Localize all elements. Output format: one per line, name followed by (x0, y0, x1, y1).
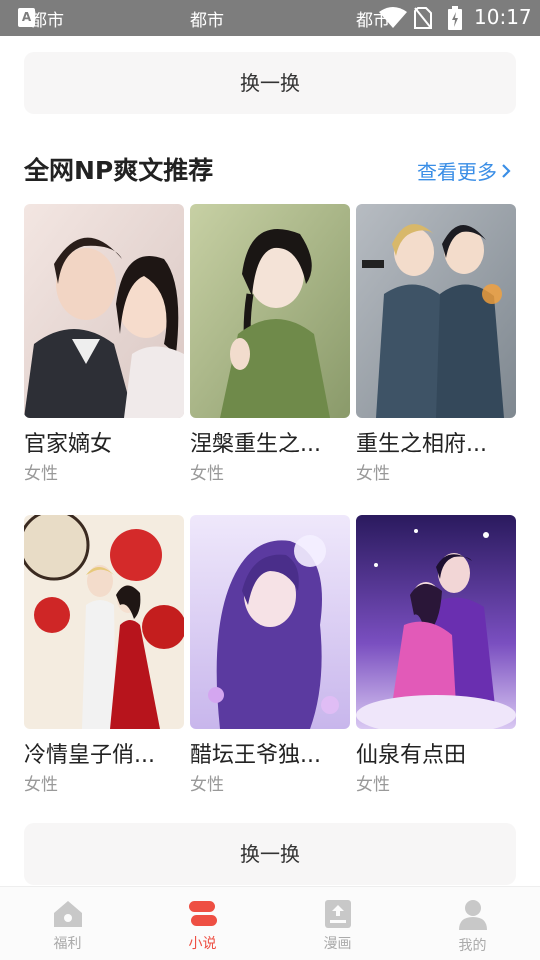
tab-label: 我的 (458, 938, 487, 954)
book-card[interactable]: 仙泉有点田 女性 (356, 515, 516, 797)
book-card[interactable]: 醋坛王爷独... 女性 (190, 515, 350, 797)
section-title: 全网NP爽文推荐 (24, 156, 214, 185)
book-title[interactable]: 醋坛王爷独... (190, 741, 350, 771)
novel-icon (188, 901, 217, 926)
book-tag: 女性 (190, 464, 224, 484)
book-card[interactable]: 冷情皇子俏... 女性 (24, 515, 184, 797)
tab-profile[interactable]: 我的 (405, 887, 540, 960)
book-cover[interactable] (190, 515, 350, 729)
book-cover[interactable] (356, 204, 516, 418)
tab-label: 小说 (188, 936, 217, 952)
status-bar: 都市 A 都市 都市 10:17 (0, 0, 540, 36)
view-more-label: 查看更多 (417, 160, 497, 184)
book-title[interactable]: 重生之相府... (356, 430, 516, 460)
book-title[interactable]: 仙泉有点田 (356, 741, 516, 771)
book-card[interactable]: 涅槃重生之... 女性 (190, 204, 350, 486)
book-tag: 女性 (24, 775, 58, 795)
tab-label: 福利 (53, 936, 82, 952)
battery-charging-icon (448, 6, 462, 30)
comic-icon (324, 900, 351, 928)
book-card[interactable]: 官家嫡女 女性 (24, 204, 184, 486)
book-title[interactable]: 官家嫡女 (24, 430, 184, 460)
book-tag: 女性 (190, 775, 224, 795)
book-card[interactable]: 重生之相府... 女性 (356, 204, 516, 486)
status-time: 10:17 (474, 5, 532, 29)
book-cover[interactable] (190, 204, 350, 418)
swap-button-bottom[interactable]: 换一换 (24, 823, 516, 885)
book-cover[interactable] (356, 515, 516, 729)
wifi-icon (379, 7, 407, 28)
tab-welfare[interactable]: 福利 (0, 887, 135, 960)
book-tag: 女性 (356, 464, 390, 484)
app-notification-icon: A (18, 8, 35, 27)
book-cover[interactable] (24, 515, 184, 729)
status-left-label: 都市 (30, 11, 64, 31)
tab-comic[interactable]: 漫画 (270, 887, 405, 960)
bottom-tab-bar: 福利 小说 漫画 我的 (0, 886, 540, 960)
status-center-label: 都市 (190, 11, 224, 31)
view-more-link[interactable]: 查看更多 (417, 156, 511, 185)
tab-label: 漫画 (323, 936, 352, 952)
book-tag: 女性 (24, 464, 58, 484)
home-icon (53, 901, 82, 927)
book-title[interactable]: 冷情皇子俏... (24, 741, 184, 771)
book-title[interactable]: 涅槃重生之... (190, 430, 350, 460)
no-sim-icon (414, 7, 432, 29)
swap-button-top[interactable]: 换一换 (24, 52, 516, 114)
book-cover[interactable] (24, 204, 184, 418)
chevron-right-icon (502, 163, 511, 178)
profile-icon (458, 900, 487, 930)
book-tag: 女性 (356, 775, 390, 795)
tab-novel[interactable]: 小说 (135, 887, 270, 960)
